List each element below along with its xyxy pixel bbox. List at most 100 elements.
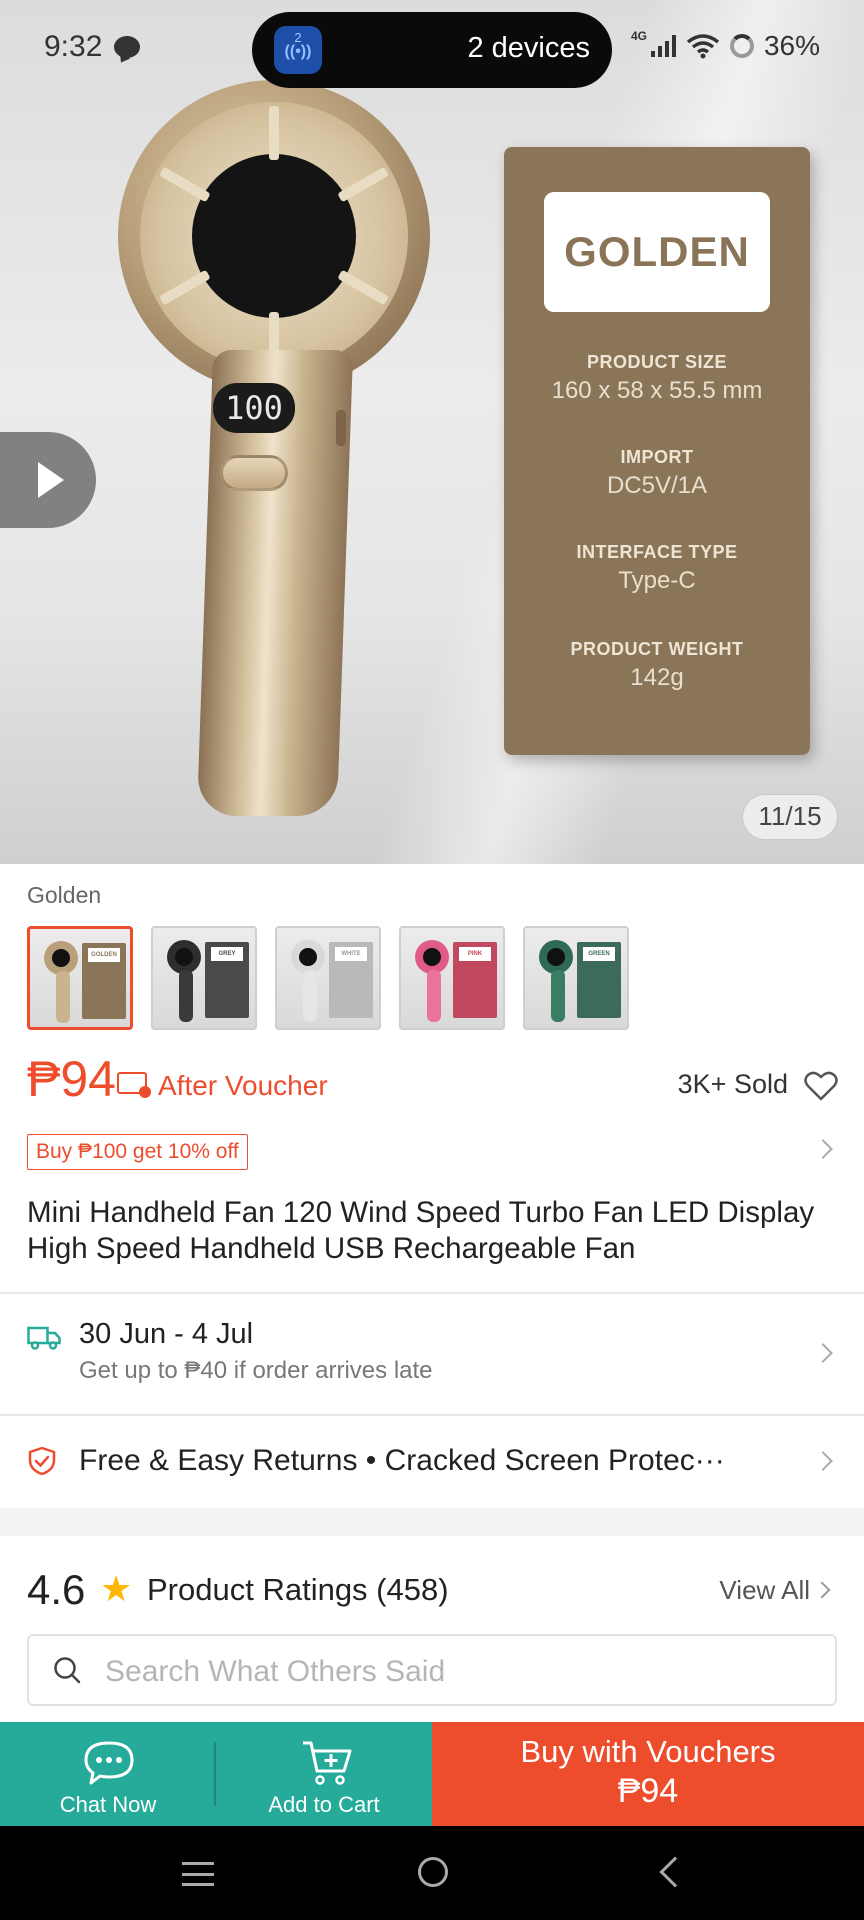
add-to-cart-button[interactable]: Add to Cart — [216, 1722, 432, 1826]
variant-name: PINK — [459, 947, 491, 961]
variant-thumb-pink[interactable]: PINK — [399, 926, 505, 1030]
status-bar: 9:32 2 ((•)) 2 devices 4G 36% — [0, 0, 864, 100]
heart-icon[interactable] — [804, 1070, 838, 1102]
status-indicators: 4G 36% — [630, 29, 820, 62]
view-all-ratings-link[interactable]: View All — [719, 1575, 810, 1606]
promo-tag[interactable]: Buy ₱100 get 10% off — [27, 1134, 248, 1170]
variant-name: WHITE — [335, 947, 367, 961]
product-price: ₱94 — [27, 1051, 116, 1107]
spec-label: INTERFACE TYPE — [576, 542, 738, 562]
variant-fan-body — [551, 970, 565, 1022]
image-counter: 11/15 — [742, 794, 838, 840]
status-time: 9:32 — [44, 30, 103, 63]
spec-label: PRODUCT SIZE — [586, 352, 727, 372]
shield-icon — [28, 1446, 56, 1476]
variant-fan-body — [303, 970, 317, 1022]
variant-thumb-white[interactable]: WHITE — [275, 926, 381, 1030]
variant-fan-body — [179, 970, 193, 1022]
chat-icon — [84, 1741, 134, 1785]
fan-grill — [192, 154, 356, 318]
variant-selected-label: Golden — [27, 882, 102, 908]
variant-fan-body — [56, 971, 70, 1023]
back-icon[interactable] — [659, 1856, 691, 1888]
chevron-right-icon[interactable] — [813, 1451, 833, 1471]
voucher-icon — [117, 1072, 151, 1098]
truck-icon — [27, 1326, 61, 1350]
connected-devices-pill[interactable]: 2 ((•)) 2 devices — [252, 12, 612, 88]
spec-label: IMPORT — [620, 447, 694, 467]
broadcast-icon: 2 ((•)) — [274, 26, 322, 74]
fan-blade — [337, 166, 390, 203]
chat-now-label: Chat Now — [59, 1792, 157, 1817]
spec-item: PRODUCT WEIGHT 142g — [504, 639, 810, 692]
system-nav-bar — [0, 1826, 864, 1920]
signal-icon — [650, 35, 676, 57]
variant-fan-icon — [291, 940, 325, 974]
variant-selector: GOLDEN GREY WHITE PINK GREEN — [27, 926, 629, 1030]
guarantees-text[interactable]: Free & Easy Returns • Cracked Screen Pro… — [79, 1444, 809, 1478]
spec-value: 160 x 58 x 55.5 mm — [551, 377, 763, 404]
after-voucher-label: After Voucher — [158, 1070, 328, 1101]
divider — [0, 1414, 864, 1416]
fan-blade — [269, 106, 279, 160]
network-type: 4G — [630, 29, 647, 43]
cart-icon — [303, 1741, 352, 1785]
search-placeholder: Search What Others Said — [105, 1655, 446, 1688]
add-to-cart-label: Add to Cart — [268, 1792, 380, 1817]
review-search-input[interactable]: Search What Others Said — [27, 1634, 837, 1706]
variant-fan-icon — [167, 940, 201, 974]
spec-value: 142g — [630, 664, 684, 691]
fan-power-button — [220, 455, 288, 491]
spec-value: Type-C — [618, 567, 696, 594]
sold-count: 3K+ Sold — [677, 1069, 788, 1099]
star-icon: ★ — [100, 1568, 133, 1609]
fan-blade — [158, 269, 211, 306]
buy-label: Buy with Vouchers — [520, 1734, 776, 1769]
variant-fan-icon — [539, 940, 573, 974]
battery-level: 36% — [763, 30, 820, 61]
search-icon — [54, 1657, 81, 1684]
wifi-icon — [686, 34, 720, 59]
spec-color-name: GOLDEN — [544, 192, 770, 312]
variant-fan-body — [427, 970, 441, 1022]
variant-card: GREEN — [577, 942, 621, 1018]
spec-value: DC5V/1A — [606, 472, 708, 499]
variant-fan-icon — [44, 941, 78, 975]
product-title: Mini Handheld Fan 120 Wind Speed Turbo F… — [27, 1196, 815, 1265]
home-icon[interactable] — [418, 1857, 448, 1887]
fan-blade — [337, 269, 390, 306]
message-icon — [114, 36, 140, 58]
chevron-right-icon[interactable] — [813, 1139, 833, 1159]
variant-name: GREY — [211, 947, 243, 961]
fan-side-port — [336, 410, 346, 446]
rating-score: 4.6 — [27, 1566, 86, 1613]
variant-thumb-green[interactable]: GREEN — [523, 926, 629, 1030]
section-gap — [0, 1508, 864, 1536]
battery-saver-icon — [729, 34, 754, 58]
video-play-button[interactable] — [0, 432, 96, 528]
variant-thumb-golden[interactable]: GOLDEN — [27, 926, 133, 1030]
recent-apps-icon[interactable] — [182, 1862, 214, 1886]
variant-name: GREEN — [583, 947, 615, 961]
spec-item: PRODUCT SIZE 160 x 58 x 55.5 mm — [504, 352, 810, 405]
variant-card: GREY — [205, 942, 249, 1018]
chat-now-button[interactable]: Chat Now — [0, 1722, 216, 1826]
buy-with-vouchers-button[interactable]: Buy with Vouchers ₱94 — [432, 1722, 864, 1826]
spec-card: GOLDEN PRODUCT SIZE 160 x 58 x 55.5 mm I… — [504, 147, 810, 755]
variant-card: GOLDEN — [82, 943, 126, 1019]
fan-led-display: 100 — [213, 383, 295, 433]
product-image-gallery[interactable]: 100 GOLDEN PRODUCT SIZE 160 x 58 x 55.5 … — [0, 0, 864, 864]
chevron-right-icon[interactable] — [813, 1581, 831, 1599]
variant-thumb-grey[interactable]: GREY — [151, 926, 257, 1030]
fan-blade — [158, 166, 211, 203]
fan-rim — [140, 102, 408, 370]
variant-card: WHITE — [329, 942, 373, 1018]
variant-name: GOLDEN — [88, 948, 120, 962]
chevron-right-icon[interactable] — [813, 1343, 833, 1363]
play-icon — [38, 462, 64, 498]
ratings-label: Product Ratings (458) — [147, 1572, 449, 1607]
variant-fan-icon — [415, 940, 449, 974]
bottom-action-bar: Chat Now Add to Cart Buy with Vouchers ₱… — [0, 1722, 864, 1826]
delivery-dates[interactable]: 30 Jun - 4 Jul — [79, 1318, 253, 1351]
buy-price: ₱94 — [617, 1772, 679, 1810]
